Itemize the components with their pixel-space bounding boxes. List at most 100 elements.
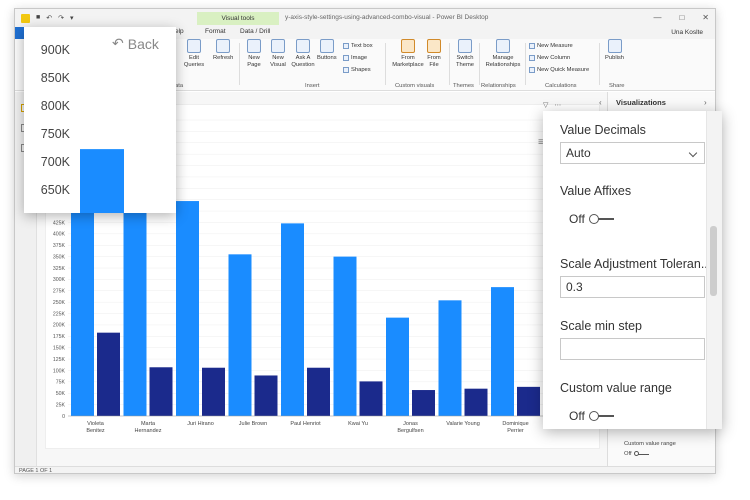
text-box-icon	[343, 43, 349, 49]
publish-button[interactable]: Publish	[605, 39, 624, 62]
manage-relationships-label: Manage Relationships	[485, 55, 521, 68]
edit-queries-button[interactable]: Edit Queries	[181, 39, 207, 68]
collapse-filters-icon[interactable]: ‹	[599, 98, 602, 107]
group-label-data: ata	[175, 83, 184, 89]
expand-pane-icon[interactable]: ›	[704, 98, 707, 107]
undo-icon[interactable]: ↶	[46, 14, 52, 23]
filter-icon[interactable]: ▽	[543, 101, 548, 109]
bar-secondary	[464, 388, 488, 416]
from-marketplace-button[interactable]: From Marketplace	[391, 39, 425, 68]
visualizations-title: Visualizations	[616, 98, 666, 107]
tab-data-drill[interactable]: Data / Drill	[240, 28, 270, 35]
zoom-y-tick-label: 900K	[41, 43, 71, 57]
x-tick-label: Julie Brown	[239, 421, 267, 427]
y-tick-label: 350K	[53, 254, 66, 260]
bar-primary	[386, 317, 409, 416]
refresh-button[interactable]: Refresh	[213, 39, 233, 62]
custom-value-range-toggle[interactable]: Off	[569, 409, 614, 423]
format-pane-scrollbar[interactable]	[706, 111, 722, 429]
back-label: Back	[127, 35, 159, 52]
zoom-y-tick-label: 750K	[41, 127, 71, 141]
close-icon[interactable]: ✕	[702, 13, 709, 22]
image-label: Image	[351, 55, 368, 61]
new-column-button[interactable]: New Column	[529, 55, 570, 61]
group-separator	[525, 43, 526, 85]
toggle-track	[588, 214, 614, 224]
new-page-icon	[247, 39, 261, 53]
new-visual-button[interactable]: New Visual	[267, 39, 289, 68]
scale-min-step-label: Scale min step	[560, 319, 642, 333]
buttons-button[interactable]: Buttons	[317, 39, 337, 62]
more-options-icon[interactable]: ⋯	[554, 101, 561, 109]
custom-value-range-state: Off	[569, 409, 585, 423]
image-button[interactable]: Image	[343, 55, 367, 61]
from-file-button[interactable]: From File	[425, 39, 443, 68]
y-tick-label: 375K	[53, 243, 66, 249]
group-label-relationships: Relationships	[481, 83, 516, 89]
x-tick-label: Dominique	[502, 421, 528, 427]
buttons-label: Buttons	[317, 55, 337, 61]
tab-format[interactable]: Format	[205, 28, 226, 35]
toggle-knob	[588, 214, 599, 224]
bar-primary	[176, 201, 199, 416]
new-measure-button[interactable]: New Measure	[529, 43, 573, 49]
new-visual-label: New Visual	[270, 55, 286, 68]
marketplace-icon	[401, 39, 415, 53]
scale-min-step-input[interactable]	[560, 338, 705, 360]
x-tick-label: Valarie Young	[446, 421, 480, 427]
shapes-button[interactable]: Shapes	[343, 67, 371, 73]
new-page-button[interactable]: New Page	[243, 39, 265, 68]
y-tick-label: 150K	[53, 345, 66, 351]
window-title: y-axis-style-settings-using-advanced-com…	[285, 14, 489, 21]
y-tick-label: 125K	[53, 357, 66, 363]
image-icon	[343, 55, 349, 61]
custom-value-range-toggle-small[interactable]: Off	[624, 451, 649, 457]
minimize-icon[interactable]: —	[653, 13, 661, 22]
y-tick-label: 300K	[53, 277, 66, 283]
y-tick-label: 175K	[53, 334, 66, 340]
tab-help[interactable]: elp	[175, 28, 184, 35]
toggle-knob	[588, 411, 599, 421]
x-tick-label: Benitez	[86, 428, 105, 434]
value-affixes-toggle[interactable]: Off	[569, 212, 614, 226]
value-decimals-dropdown[interactable]: Auto	[560, 142, 705, 164]
bar-primary	[281, 223, 304, 416]
bar-secondary	[412, 390, 435, 416]
signed-in-user[interactable]: Una Koslte	[671, 29, 703, 36]
zoom-y-tick-label: 850K	[41, 71, 71, 85]
back-arrow-icon: ↶	[112, 35, 124, 51]
y-tick-label: 50K	[56, 391, 66, 397]
y-tick-label: 250K	[53, 300, 66, 306]
back-button[interactable]: ↶ Back	[112, 35, 159, 52]
status-bar: PAGE 1 OF 1	[15, 466, 715, 474]
manage-relationships-button[interactable]: Manage Relationships	[483, 39, 523, 68]
x-tick-label: Paul Henriot	[290, 421, 321, 427]
ask-a-question-button[interactable]: Ask A Question	[289, 39, 317, 68]
group-separator	[239, 43, 240, 85]
bar-secondary	[517, 386, 540, 416]
switch-theme-button[interactable]: Switch Theme	[453, 39, 477, 68]
toggle-track	[633, 451, 649, 456]
bar-secondary	[149, 367, 173, 416]
buttons-icon	[319, 39, 334, 53]
maximize-icon[interactable]: □	[679, 13, 684, 22]
scrollbar-thumb[interactable]	[710, 226, 717, 296]
save-icon[interactable]: ■	[36, 14, 40, 23]
x-tick-label: Perrier	[507, 428, 524, 434]
new-quick-measure-icon	[529, 67, 535, 73]
toggle-track	[588, 411, 614, 421]
redo-icon[interactable]: ↷	[58, 14, 64, 23]
page-indicator: PAGE 1 OF 1	[19, 468, 53, 474]
customize-qat-icon[interactable]: ▾	[70, 14, 74, 23]
x-tick-label: Bergulfsen	[397, 428, 423, 434]
new-quick-measure-button[interactable]: New Quick Measure	[529, 67, 589, 73]
text-box-button[interactable]: Text box	[343, 43, 373, 49]
new-measure-label: New Measure	[537, 43, 573, 49]
chevron-down-icon	[688, 148, 698, 158]
scale-tolerance-label: Scale Adjustment Toleran...	[560, 257, 712, 271]
group-separator	[449, 43, 450, 85]
scale-tolerance-input[interactable]: 0.3	[560, 276, 705, 298]
x-tick-label: Jonas	[403, 421, 418, 427]
bar-secondary	[359, 381, 383, 416]
group-separator	[479, 43, 480, 85]
